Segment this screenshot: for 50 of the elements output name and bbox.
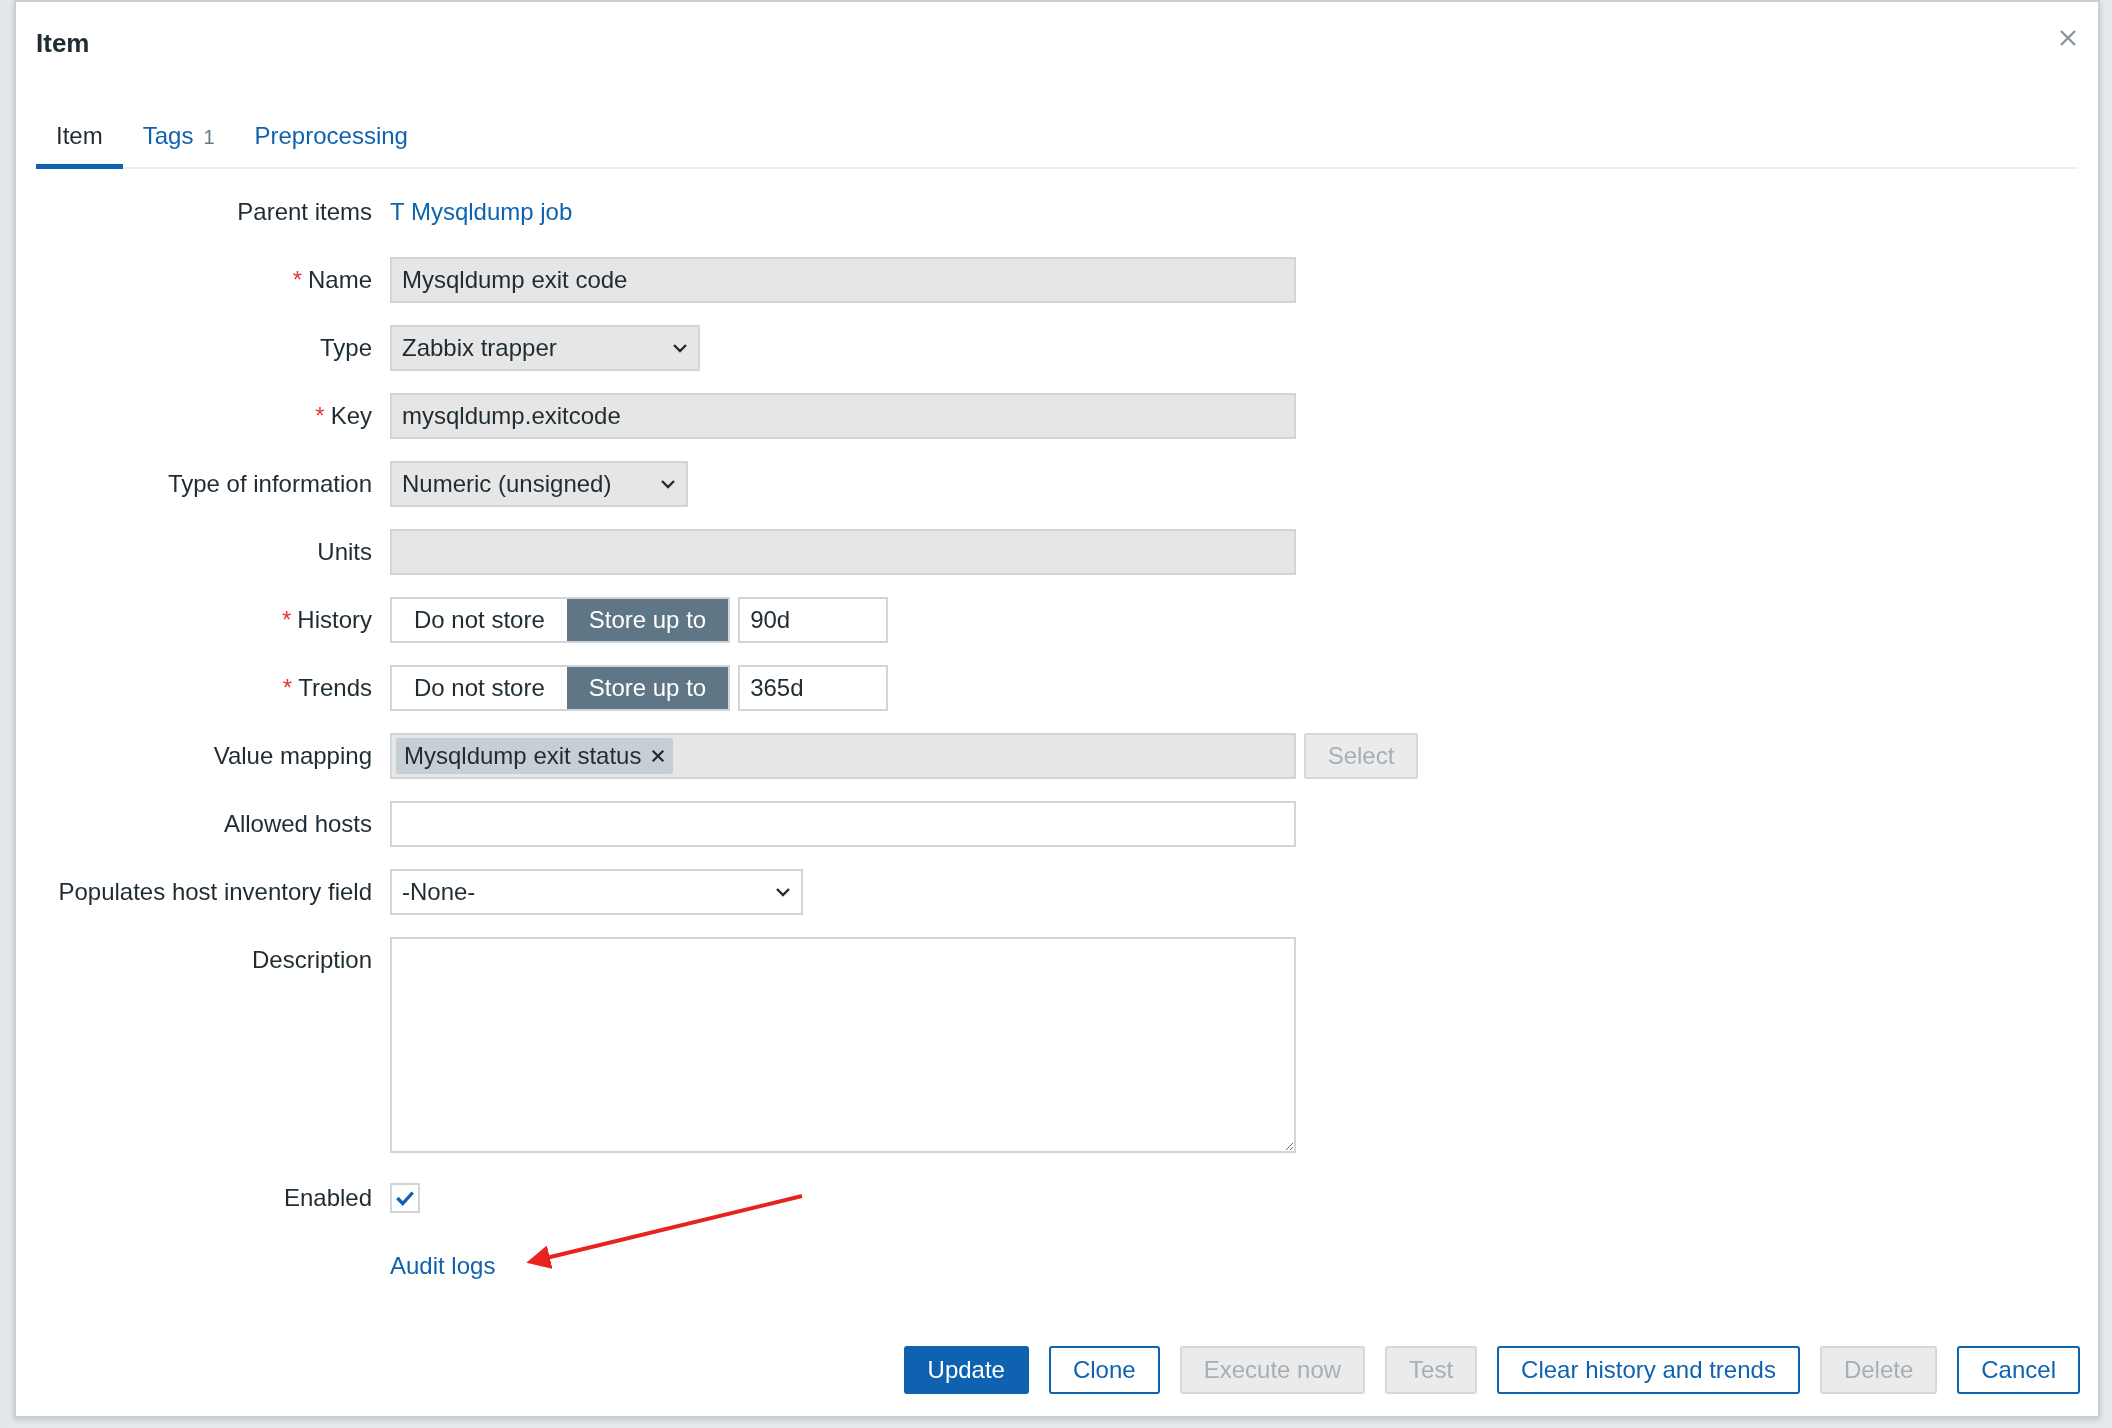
- action-button[interactable]: Update: [903, 1346, 1029, 1394]
- input-field[interactable]: 90d: [738, 597, 889, 643]
- field-label: Populates host inventory field: [58, 878, 372, 906]
- radio-button[interactable]: Store up to: [566, 599, 729, 641]
- close-icon[interactable]: [2058, 28, 2078, 48]
- required-marker: *: [315, 404, 325, 428]
- chevron-down-icon: [775, 887, 791, 897]
- action-button[interactable]: Clone: [1048, 1346, 1160, 1394]
- field-label: Trends: [298, 674, 372, 702]
- field-label: Type of information: [167, 470, 372, 498]
- checkbox[interactable]: [390, 1183, 420, 1213]
- input-field[interactable]: 365d: [738, 665, 889, 711]
- required-marker: *: [282, 608, 292, 632]
- chevron-down-icon: [660, 479, 676, 489]
- tab[interactable]: Tags 1: [122, 112, 235, 169]
- field-label: Name: [307, 266, 372, 294]
- required-marker: *: [282, 676, 293, 700]
- field-label: Enabled: [283, 1184, 372, 1212]
- field-label: History: [297, 606, 372, 634]
- tab-count: 1: [203, 126, 215, 149]
- action-button: Delete: [1819, 1346, 1938, 1394]
- input-field[interactable]: [390, 529, 1296, 575]
- input-field[interactable]: Mysqldump exit code: [390, 257, 1296, 303]
- dialog-title: Item: [36, 28, 90, 59]
- field-label: Parent items: [237, 198, 372, 226]
- field-label: Type: [319, 334, 372, 362]
- remove-icon[interactable]: [651, 749, 666, 763]
- input-field[interactable]: mysqldump.exitcode: [390, 393, 1296, 439]
- radio-button[interactable]: Store up to: [566, 667, 729, 709]
- action-button[interactable]: Cancel: [1957, 1346, 2080, 1394]
- multiselect-field[interactable]: Mysqldump exit status: [390, 733, 1296, 779]
- field-label: Description: [251, 946, 372, 974]
- required-marker: *: [292, 268, 302, 292]
- field-label: Allowed hosts: [223, 810, 372, 838]
- dropdown[interactable]: Numeric (unsigned): [390, 461, 688, 507]
- link[interactable]: T Mysqldump job: [390, 198, 573, 226]
- tag: Mysqldump exit status: [396, 738, 674, 774]
- field-label: Value mapping: [213, 742, 372, 770]
- link[interactable]: Audit logs: [390, 1252, 496, 1280]
- tab[interactable]: Item: [36, 112, 123, 169]
- input-field[interactable]: [390, 801, 1296, 847]
- action-button[interactable]: Clear history and trends: [1497, 1346, 1800, 1394]
- dropdown[interactable]: -None-: [390, 869, 803, 915]
- action-button: Execute now: [1179, 1346, 1366, 1394]
- field-label: Key: [330, 402, 372, 430]
- dropdown[interactable]: Zabbix trapper: [390, 325, 700, 371]
- chevron-down-icon: [672, 343, 688, 353]
- field-label: Units: [317, 538, 372, 566]
- tab[interactable]: Preprocessing: [234, 112, 428, 169]
- action-button: Test: [1385, 1346, 1478, 1394]
